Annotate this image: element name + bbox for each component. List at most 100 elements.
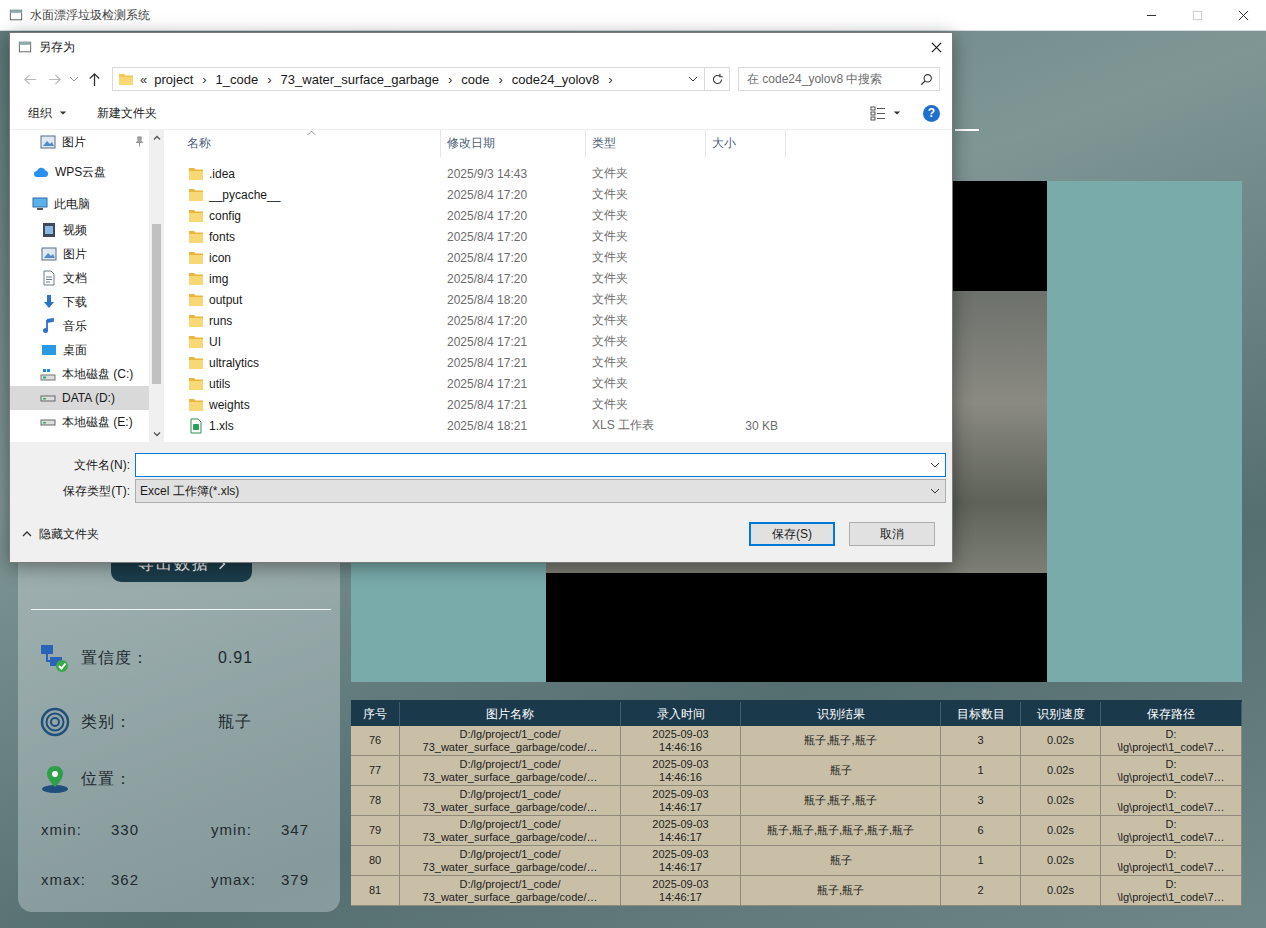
column-header[interactable]: 目标数目 [941,702,1021,726]
refresh-button[interactable] [704,68,729,90]
file-column-header[interactable]: 名称 [166,130,441,157]
breadcrumb-item[interactable]: 1_code [216,72,259,87]
pin-icon [134,136,145,147]
file-row[interactable]: icon2025/8/4 17:20文件夹 [166,247,952,268]
breadcrumb-separator[interactable]: › [608,72,612,87]
dialog-button[interactable]: 保存(S) [749,522,835,546]
file-date: 2025/8/4 17:20 [441,230,586,244]
nav-scrollbar[interactable] [149,130,164,442]
table-row[interactable]: 77D:/lg/project/1_code/ 73_water_surface… [351,756,1242,786]
nav-item[interactable]: WPS云盘 [10,154,149,190]
table-cell: 2025-09-03 14:46:16 [621,756,741,785]
file-row[interactable]: img2025/8/4 17:20文件夹 [166,268,952,289]
info-value: 瓶子 [218,712,252,733]
file-column-header[interactable]: 大小 [706,130,786,157]
file-row[interactable]: runs2025/8/4 17:20文件夹 [166,310,952,331]
file-column-header[interactable]: 类型 [586,130,706,157]
up-button[interactable] [82,67,106,91]
nav-item[interactable]: 图片 [10,242,149,266]
address-bar[interactable]: « project › 1_code › 73_water_surface_garbage… [112,67,730,91]
breadcrumb-separator[interactable]: › [448,72,452,87]
column-header[interactable]: 序号 [351,702,400,726]
new-folder-button[interactable]: 新建文件夹 [89,101,165,126]
breadcrumb-item[interactable]: code24_yolov8 [512,72,599,87]
table-cell: 瓶子,瓶子,瓶子 [741,786,941,815]
column-header[interactable]: 录入时间 [621,702,741,726]
view-options-button[interactable] [862,101,909,125]
column-header[interactable]: 识别速度 [1021,702,1101,726]
maximize-icon [1192,10,1203,21]
close-window-button[interactable] [1220,0,1266,31]
nav-item[interactable]: 视频 [10,218,149,242]
nav-item[interactable]: 本地磁盘 (E:) [10,410,149,434]
scroll-thumb[interactable] [152,224,161,384]
file-row[interactable]: fonts2025/8/4 17:20文件夹 [166,226,952,247]
column-header[interactable]: 保存路径 [1101,702,1242,726]
search-box[interactable]: 在 code24_yolov8 中搜索 [738,67,940,91]
table-cell: 瓶子 [741,756,941,785]
file-row[interactable]: output2025/8/4 18:20文件夹 [166,289,952,310]
breadcrumb-separator[interactable]: › [267,72,271,87]
breadcrumb-item[interactable]: 73_water_surface_garbage [281,72,439,87]
file-row[interactable]: 1.xls2025/8/4 18:21XLS 工作表30 KB [166,415,952,436]
file-row[interactable]: weights2025/8/4 17:21文件夹 [166,394,952,415]
close-icon [931,42,942,53]
file-type-select[interactable]: Excel 工作簿(*.xls) [135,479,946,503]
breadcrumb-item[interactable]: code [461,72,489,87]
file-row[interactable]: config2025/8/4 17:20文件夹 [166,205,952,226]
nav-item[interactable]: 音乐 [10,314,149,338]
dialog-close-button[interactable] [921,33,951,61]
dialog-button[interactable]: 取消 [849,522,935,546]
table-row[interactable]: 76D:/lg/project/1_code/ 73_water_surface… [351,726,1242,756]
file-column-header[interactable]: 修改日期 [441,130,586,157]
table-row[interactable]: 81D:/lg/project/1_code/ 73_water_surface… [351,876,1242,906]
recent-locations-button[interactable] [66,67,82,91]
file-name-input[interactable] [135,453,946,477]
help-button[interactable]: ? [923,105,940,122]
table-row[interactable]: 79D:/lg/project/1_code/ 73_water_surface… [351,816,1242,846]
coordinates: xmin:330ymin:347xmax:362ymax:379 [18,804,340,904]
file-row[interactable]: utils2025/8/4 17:21文件夹 [166,373,952,394]
overflow-chevron[interactable]: « [140,72,147,87]
address-dropdown[interactable] [682,68,704,90]
file-name: .idea [209,167,235,181]
table-cell: D: \lg\project\1_code\7… [1101,726,1242,755]
breadcrumb-separator[interactable]: › [498,72,502,87]
file-type: 文件夹 [586,270,706,287]
table-row[interactable]: 78D:/lg/project/1_code/ 73_water_surface… [351,786,1242,816]
scroll-down-icon[interactable] [152,429,162,439]
nav-item[interactable]: 文档 [10,266,149,290]
hide-folders-toggle[interactable]: 隐藏文件夹 [22,526,99,543]
table-row[interactable]: 80D:/lg/project/1_code/ 73_water_surface… [351,846,1242,876]
nav-item[interactable]: 此电脑 [10,190,149,218]
organize-button[interactable]: 组织 [20,101,75,126]
back-arrow-icon [23,72,38,87]
table-cell: 0.02s [1021,726,1101,755]
breadcrumb-item[interactable]: project [154,72,193,87]
nav-item[interactable]: 下载 [10,290,149,314]
maximize-button[interactable] [1174,0,1220,31]
coord-value: 362 [111,871,211,888]
file-row[interactable]: .idea2025/9/3 14:43文件夹 [166,163,952,184]
nav-label: WPS云盘 [55,164,106,181]
dropdown-icon[interactable] [930,460,940,470]
scroll-up-icon[interactable] [152,133,162,143]
nav-item[interactable]: 图片 [10,130,149,154]
file-row[interactable]: ultralytics2025/8/4 17:21文件夹 [166,352,952,373]
minimize-button[interactable] [1128,0,1174,31]
coord-value: 347 [281,821,340,838]
main-window: 水面漂浮垃圾检测系统导出数据置信度：0.91类别：瓶子位置：xmin:330ym… [0,0,1266,928]
nav-item[interactable]: 桌面 [10,338,149,362]
file-row[interactable]: UI2025/8/4 17:21文件夹 [166,331,952,352]
file-row[interactable]: __pycache__2025/8/4 17:20文件夹 [166,184,952,205]
forward-button[interactable] [42,67,66,91]
folder-icon [118,71,134,87]
file-name: runs [209,314,232,328]
column-header[interactable]: 图片名称 [400,702,621,726]
back-button[interactable] [18,67,42,91]
breadcrumb-separator[interactable]: › [202,72,206,87]
nav-item[interactable]: 本地磁盘 (C:) [10,362,149,386]
table-cell: 0.02s [1021,756,1101,785]
nav-item[interactable]: DATA (D:) [10,386,149,410]
column-header[interactable]: 识别结果 [741,702,941,726]
